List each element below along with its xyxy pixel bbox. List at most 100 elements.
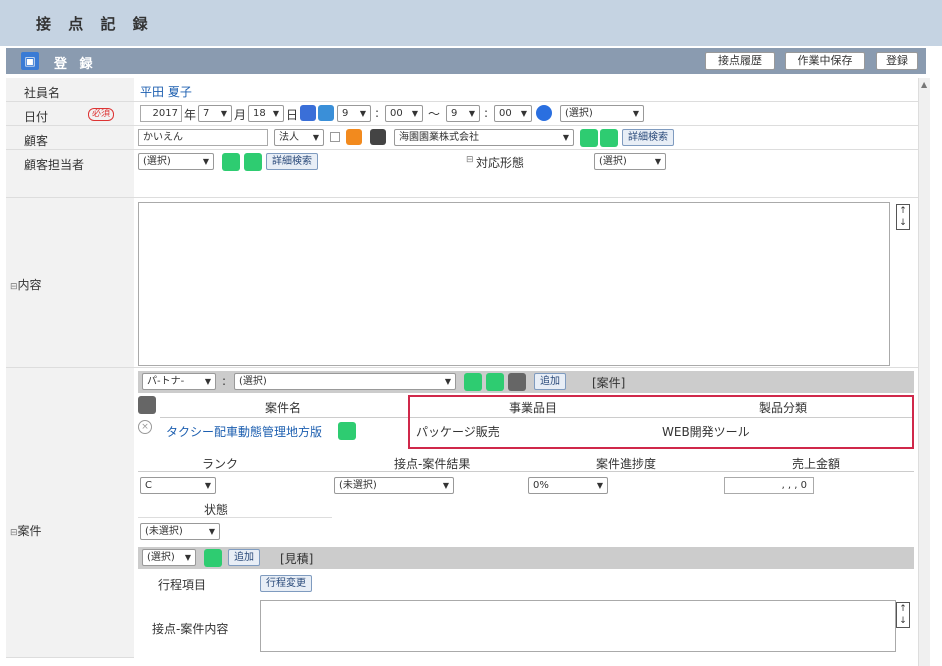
case-name-link[interactable]: タクシー配車動態管理地方版 [166, 423, 322, 440]
customer-label-cell: 顧客 [6, 126, 134, 150]
customer-type-select[interactable]: 法人 [274, 129, 324, 146]
employee-name[interactable]: 平田 夏子 [140, 83, 192, 100]
expand-arrows-icon[interactable]: ↑ ↓ [896, 204, 910, 230]
scroll-up-icon[interactable]: ▲ [921, 80, 927, 89]
rank-header: ランク [202, 457, 239, 471]
partner-select[interactable]: パ-トナ- [142, 373, 216, 390]
estimate-select[interactable]: (選択) [142, 549, 196, 566]
status-label: 状態 [204, 503, 229, 517]
partner-colon: : [222, 374, 227, 388]
case-add-button[interactable]: 追加 [534, 373, 566, 390]
person-icon[interactable] [346, 129, 362, 145]
sales-header: 売上金額 [792, 457, 841, 471]
customer-detail-search-button[interactable]: 詳細検索 [622, 129, 674, 146]
contact-detail-search-button[interactable]: 詳細検索 [266, 153, 318, 170]
customer-name-input[interactable]: かいえん [138, 129, 268, 146]
case-tag: [案件] [592, 376, 626, 390]
estimate-toolbar: (選択) 追加 [見積] [138, 547, 914, 569]
date-value-cell: 2017 年 7 月 18 日 9 : 00 〜 9 : 00 (選択) [134, 102, 918, 126]
save-wip-button[interactable]: 作業中保存 [785, 52, 865, 70]
contact-person-select[interactable]: (選択) [138, 153, 214, 170]
year-unit: 年 [184, 108, 197, 122]
day-select[interactable]: 18 [248, 105, 284, 122]
contact-history-button[interactable]: 接点履歴 [705, 52, 775, 70]
date-option-select[interactable]: (選択) [560, 105, 644, 122]
progress-select[interactable]: 0% [528, 477, 608, 494]
content-textarea[interactable] [138, 202, 890, 366]
date-label-cell: 日付 必須 [6, 102, 134, 126]
employee-label: 社員名 [24, 86, 61, 100]
customer-checkbox[interactable] [330, 132, 340, 142]
case-search-icon[interactable] [464, 373, 482, 391]
highlight-box [408, 395, 914, 449]
employee-label-cell: 社員名 [6, 78, 134, 102]
content-label: 内容 [17, 278, 42, 292]
customer-label: 顧客 [24, 134, 49, 148]
contact-search-icon[interactable] [222, 153, 240, 171]
result-select[interactable]: (未選択) [334, 477, 454, 494]
case-edit-icon[interactable] [486, 373, 504, 391]
estimate-tag: [見積] [280, 552, 314, 566]
case-content-label: 接点-案件内容 [152, 622, 229, 636]
case-collapse-icon[interactable]: ⊟ [10, 528, 18, 538]
itinerary-label: 行程項目 [158, 578, 207, 592]
status-header-cell: 状態 [138, 498, 332, 518]
gear-icon[interactable] [138, 396, 156, 414]
clock-icon[interactable] [536, 105, 552, 121]
register-button[interactable]: 登録 [876, 52, 918, 70]
case-label-wrap: ⊟案件 [10, 522, 42, 539]
contact-edit-icon[interactable] [244, 153, 262, 171]
day-unit: 日 [286, 108, 299, 122]
status-select[interactable]: (未選択) [140, 523, 220, 540]
partner-value-select[interactable]: (選択) [234, 373, 456, 390]
contact-person-label-cell: 顧客担当者 [6, 150, 134, 198]
content-label-wrap: ⊟内容 [10, 276, 42, 293]
sales-amount-input[interactable]: , , , 0 [724, 477, 814, 494]
rank-select[interactable]: C [140, 477, 216, 494]
case-expand-arrows-icon[interactable]: ↑ ↓ [896, 602, 910, 628]
contact-person-value-cell: (選択) 詳細検索 ⊟ 対応形態 (選択) [134, 150, 918, 198]
itinerary-change-button[interactable]: 行程変更 [260, 575, 312, 592]
search-icon[interactable] [580, 129, 598, 147]
content-label-cell: ⊟内容 [6, 198, 134, 368]
estimate-add-button[interactable]: 追加 [228, 549, 260, 566]
case-row-edit-icon[interactable] [338, 422, 356, 440]
time-colon-2: : [484, 106, 489, 120]
end-minute-select[interactable]: 00 [494, 105, 532, 122]
case-sub-header: ランク 接点-案件結果 案件進捗度 売上金額 [138, 452, 914, 472]
case-label-cell: ⊟案件 [6, 368, 134, 658]
start-hour-select[interactable]: 9 [337, 105, 371, 122]
response-mode-select[interactable]: (選択) [594, 153, 666, 170]
month-unit: 月 [234, 108, 247, 122]
customer-value-cell: かいえん 法人 海園園業株式会社 詳細検索 [134, 126, 918, 150]
vertical-scrollbar[interactable]: ▲ [918, 78, 930, 666]
result-header: 接点-案件結果 [394, 457, 471, 471]
time-colon: : [375, 106, 380, 120]
case-settings-icon[interactable] [508, 373, 526, 391]
case-label: 案件 [17, 524, 42, 538]
content-value-cell: ↑ ↓ [134, 198, 918, 368]
case-toolbar: パ-トナ- : (選択) 追加 [案件] [138, 371, 914, 393]
time-range-tilde: 〜 [428, 107, 441, 121]
end-hour-select[interactable]: 9 [446, 105, 480, 122]
date-label: 日付 [24, 110, 49, 124]
edit-pencil-icon[interactable] [600, 129, 618, 147]
remove-row-icon[interactable]: × [138, 420, 152, 434]
month-select[interactable]: 7 [198, 105, 232, 122]
required-badge: 必須 [88, 108, 115, 121]
collapse-icon[interactable]: ⊟ [466, 155, 474, 165]
calendar-icon[interactable] [300, 105, 316, 121]
register-section-title: 登 録 [54, 57, 97, 72]
case-name-header: 案件名 [265, 401, 302, 415]
year-input[interactable]: 2017 [140, 105, 182, 122]
camera-icon: ▣ [21, 52, 39, 70]
case-content-textarea[interactable] [260, 600, 896, 652]
contact-person-label: 顧客担当者 [24, 158, 85, 172]
company-select[interactable]: 海園園業株式会社 [394, 129, 574, 146]
employee-value-cell: 平田 夏子 [134, 78, 918, 102]
start-minute-select[interactable]: 00 [385, 105, 423, 122]
binoculars-icon[interactable] [370, 129, 386, 145]
estimate-edit-icon[interactable] [204, 549, 222, 567]
calendar-alt-icon[interactable] [318, 105, 334, 121]
content-collapse-icon[interactable]: ⊟ [10, 282, 18, 292]
